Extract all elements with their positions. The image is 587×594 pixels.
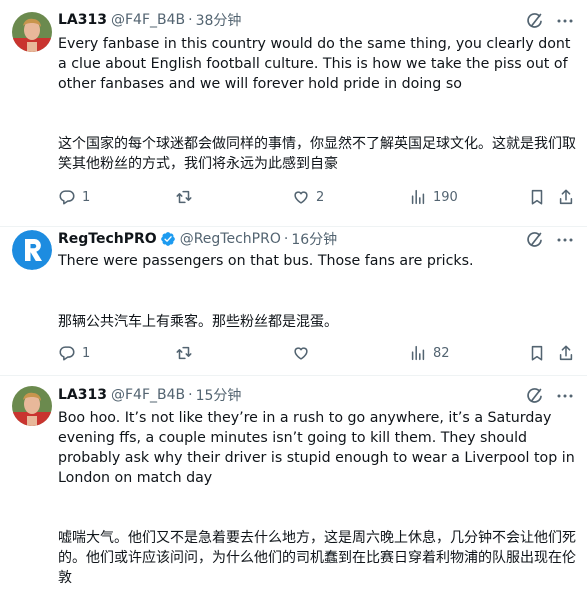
more-icon[interactable] [555,230,575,250]
retweet-icon [175,344,193,362]
reply-icon [58,344,76,362]
retweet-icon [175,188,193,206]
author-name[interactable]: LA313 [58,387,107,403]
tweet-header: LA313 @F4F_B4B · 38分钟 [58,10,241,30]
verified-badge-icon [160,232,175,246]
grok-icon[interactable] [525,230,545,250]
reply-button[interactable]: 1 [58,343,90,363]
views-icon [409,344,427,362]
retweet-button[interactable] [175,343,193,363]
more-icon[interactable] [555,386,575,406]
tweet-text-chinese: 这个国家的每个球迷都会做同样的事情，你显然不了解英国足球文化。这就是我们取笑其他… [58,136,576,172]
grok-icon[interactable] [525,386,545,406]
author-handle[interactable]: @F4F_B4B [111,12,185,28]
views-count: 82 [433,345,450,361]
tweet-2[interactable]: RegTechPRO @RegTechPRO · 16分钟 There were… [0,227,587,377]
share-icon [557,188,575,206]
tweet-header: RegTechPRO @RegTechPRO · 16分钟 [58,229,337,249]
author-handle[interactable]: @RegTechPRO [180,231,281,247]
timestamp[interactable]: 15分钟 [196,385,242,405]
action-bar: 1 2 190 [58,187,578,207]
author-name[interactable]: LA313 [58,12,107,28]
share-button[interactable] [557,343,575,363]
reply-button[interactable]: 1 [58,187,90,207]
bookmark-icon [528,188,546,206]
avatar-regtechpro[interactable] [12,230,52,270]
timestamp[interactable]: 16分钟 [291,229,337,249]
avatar-la313[interactable] [12,12,52,52]
bookmark-button[interactable] [528,343,546,363]
share-button[interactable] [557,187,575,207]
tweet-text-english: There were passengers on that bus. Those… [58,253,474,269]
views-button[interactable]: 190 [409,187,458,207]
like-button[interactable] [292,343,310,363]
views-button[interactable]: 82 [409,343,450,363]
retweet-button[interactable] [175,187,193,207]
action-bar: 1 82 [58,343,578,363]
separator-dot: · [283,231,289,247]
like-button[interactable]: 2 [292,187,324,207]
tweet-1[interactable]: LA313 @F4F_B4B · 38分钟 Every fanbase in t… [0,0,587,226]
heart-icon [292,188,310,206]
grok-icon[interactable] [525,11,545,31]
separator-dot: · [188,12,193,28]
more-icon[interactable] [555,11,575,31]
tweet-text-chinese: 那辆公共汽车上有乘客。那些粉丝都是混蛋。 [58,314,338,330]
tweet-text-chinese: 嘘喘大气。他们又不是急着要去什么地方，这是周六晚上休息，几分钟不会让他们死的。他… [58,530,576,586]
like-count: 2 [316,189,325,205]
tweet-text-english: Every fanbase in this country would do t… [58,36,571,92]
views-count: 190 [433,189,458,205]
reply-count: 1 [82,345,91,361]
reply-count: 1 [82,189,91,205]
views-icon [409,188,427,206]
tweet-3[interactable]: LA313 @F4F_B4B · 15分钟 Boo hoo. It’s not … [0,376,587,594]
share-icon [557,344,575,362]
timestamp[interactable]: 38分钟 [196,10,242,30]
tweet-header: LA313 @F4F_B4B · 15分钟 [58,385,241,405]
tweet-text-english: Boo hoo. It’s not like they’re in a rush… [58,410,575,486]
separator-dot: · [188,387,193,403]
author-name[interactable]: RegTechPRO [58,231,157,247]
author-handle[interactable]: @F4F_B4B [111,387,185,403]
avatar-la313[interactable] [12,386,52,426]
heart-icon [292,344,310,362]
bookmark-icon [528,344,546,362]
bookmark-button[interactable] [528,187,546,207]
reply-icon [58,188,76,206]
